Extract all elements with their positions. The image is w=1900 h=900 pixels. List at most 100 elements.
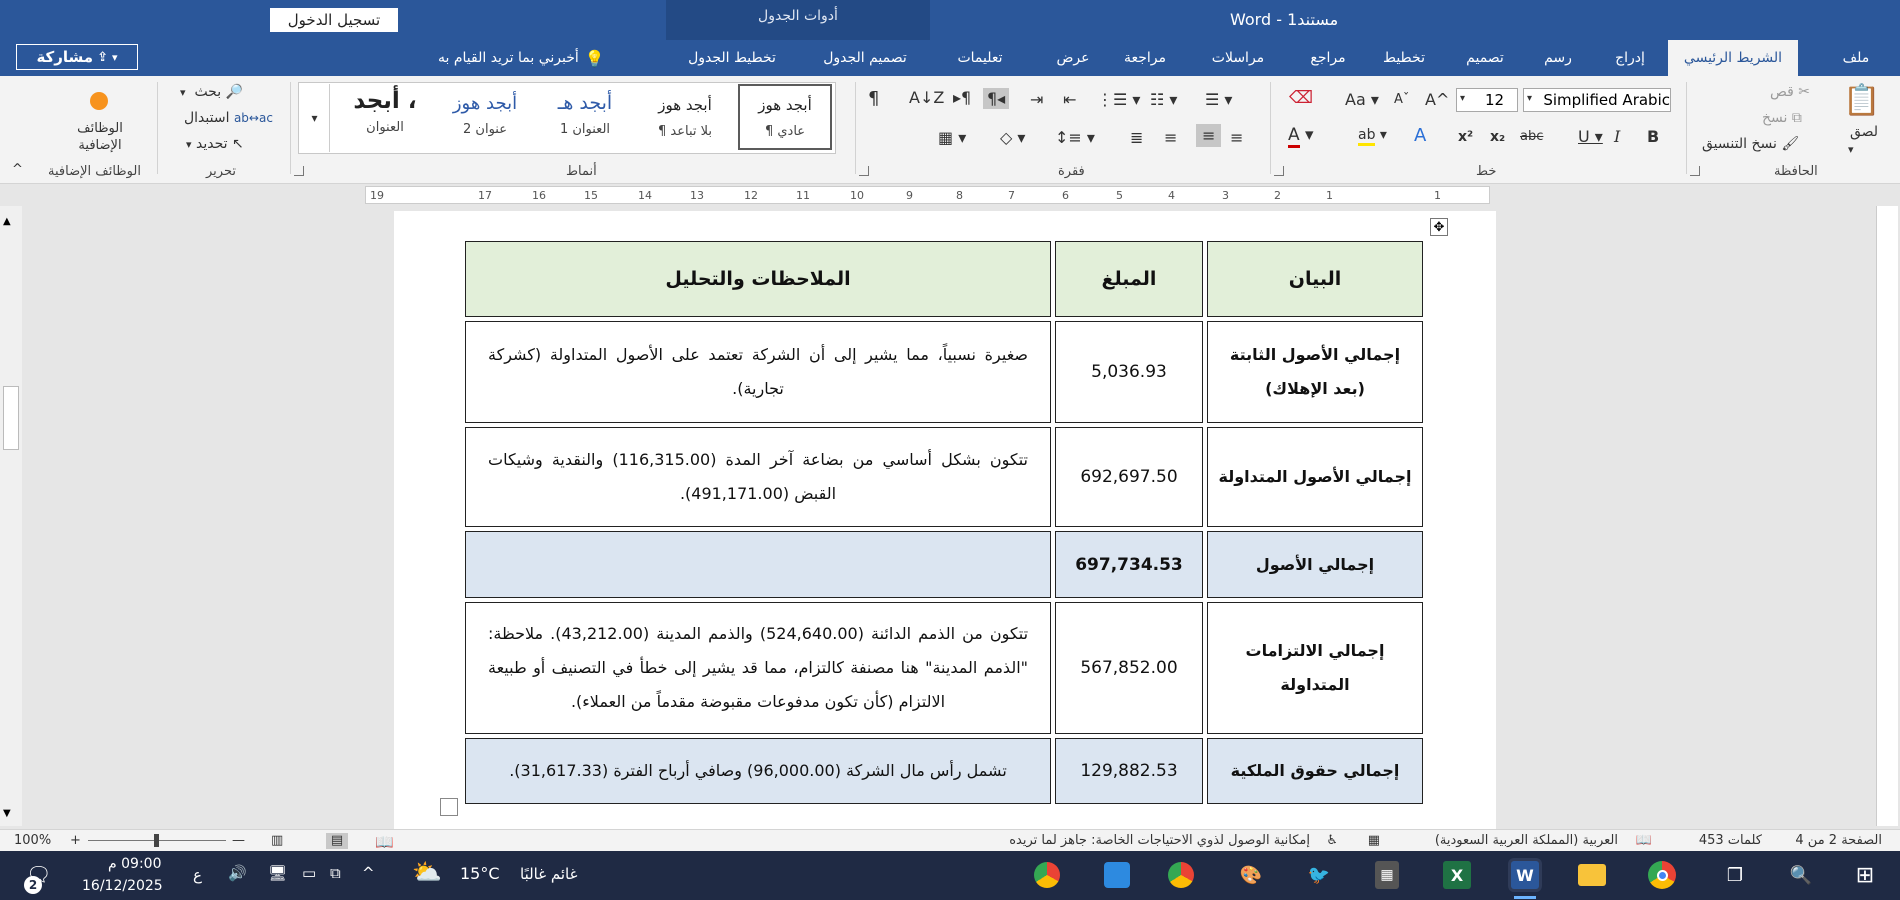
scroll-down-icon[interactable]: ▼: [3, 808, 11, 819]
zoom-slider-thumb[interactable]: [154, 834, 159, 847]
styles-launcher-icon[interactable]: [294, 166, 304, 176]
file-explorer-app[interactable]: [1575, 858, 1609, 892]
tab-help[interactable]: تعليمات: [945, 40, 1015, 76]
font-launcher-icon[interactable]: [1274, 166, 1284, 176]
tab-review[interactable]: مراجعة: [1113, 40, 1177, 76]
weather-temp[interactable]: 15°C: [460, 864, 500, 883]
calculator-app[interactable]: ▦: [1370, 858, 1404, 892]
network-icon[interactable]: 🖥: [268, 864, 287, 882]
cell-item[interactable]: إجمالي الأصول: [1207, 531, 1423, 598]
scroll-thumb[interactable]: [3, 386, 19, 450]
addins-button[interactable]: الوظائف الإضافية: [60, 120, 140, 154]
cut-button[interactable]: قص ✂: [1770, 84, 1810, 100]
vertical-scrollbar[interactable]: ▲ ▼: [0, 206, 22, 826]
copy-button[interactable]: نسخ ⧉: [1762, 110, 1802, 126]
excel-app[interactable]: X: [1440, 858, 1474, 892]
language-indicator[interactable]: العربية (المملكة العربية السعودية): [1435, 833, 1618, 848]
proofing-icon[interactable]: 📖: [1636, 833, 1652, 848]
paint-app[interactable]: 🎨: [1234, 858, 1268, 892]
cell-notes[interactable]: صغيرة نسبياً، مما يشير إلى أن الشركة تعت…: [465, 321, 1051, 423]
horizontal-ruler[interactable]: 19 17 16 15 14 13 12 11 10 9 8 7 6 5 4 3…: [365, 186, 1490, 204]
cell-notes[interactable]: تشمل رأس مال الشركة (96,000.00) وصافي أر…: [465, 738, 1051, 804]
chevron-down-icon[interactable]: ▾: [1460, 94, 1465, 104]
table-move-handle-icon[interactable]: ✥: [1430, 218, 1448, 236]
tab-view[interactable]: عرض: [1050, 40, 1096, 76]
volume-icon[interactable]: 🔊: [228, 864, 247, 882]
app-bird[interactable]: 🐦: [1302, 858, 1336, 892]
weather-desc[interactable]: غائم غالبًا: [520, 865, 577, 883]
clear-formatting-icon[interactable]: ⌫: [1289, 90, 1313, 107]
align-center-button[interactable]: ≡: [1196, 124, 1222, 147]
cell-amount[interactable]: 697,734.53: [1055, 531, 1203, 598]
tab-table-design[interactable]: تصميم الجدول: [810, 40, 920, 76]
font-color-button[interactable]: A ▾: [1288, 125, 1314, 148]
chrome-profile2-app[interactable]: [1030, 858, 1064, 892]
cell-item[interactable]: إجمالي الالتزامات المتداولة: [1207, 602, 1423, 734]
cell-item[interactable]: إجمالي الأصول الثابتة (بعد الإهلاك): [1207, 321, 1423, 423]
rtl-direction-button[interactable]: ¶◂: [983, 88, 1010, 109]
collapse-ribbon-button[interactable]: ^: [12, 162, 23, 177]
cell-item[interactable]: إجمالي حقوق الملكية: [1207, 738, 1423, 804]
table-resize-handle[interactable]: [440, 798, 458, 816]
highlight-button[interactable]: ab ▾: [1358, 127, 1387, 146]
numbering-button[interactable]: ☷ ▾: [1150, 90, 1177, 109]
superscript-button[interactable]: x²: [1458, 129, 1473, 145]
format-painter-button[interactable]: نسخ التنسيق 🖌: [1702, 136, 1799, 152]
multilevel-list-button[interactable]: ⋮☰ ▾: [1097, 90, 1140, 109]
cell-notes[interactable]: تتكون بشكل أساسي من بضاعة آخر المدة (116…: [465, 427, 1051, 527]
tab-draw[interactable]: رسم: [1533, 40, 1583, 76]
borders-button[interactable]: ▦ ▾: [938, 128, 966, 147]
start-button[interactable]: ⊞: [1848, 858, 1882, 892]
cell-amount[interactable]: 5,036.93: [1055, 321, 1203, 423]
style-heading-1[interactable]: أبجد هـ العنوان 1: [538, 84, 632, 150]
photos-app[interactable]: [1100, 858, 1134, 892]
clock-date[interactable]: 16/12/2025: [82, 878, 163, 894]
styles-more-button[interactable]: ▾: [300, 84, 330, 152]
page-indicator[interactable]: الصفحة 2 من 4: [1795, 833, 1882, 848]
print-layout-icon[interactable]: ▤: [326, 833, 348, 849]
align-left-button[interactable]: ≡: [1164, 128, 1177, 147]
accessibility-status[interactable]: إمكانية الوصول لذوي الاحتياجات الخاصة: ج…: [1009, 833, 1310, 848]
accessibility-icon[interactable]: ♿: [1326, 833, 1338, 848]
ltr-direction-button[interactable]: ▸¶: [953, 88, 971, 107]
battery-icon[interactable]: ▭: [302, 864, 316, 882]
style-heading-2[interactable]: أبجد هوز عنوان 2: [438, 84, 532, 150]
word-app[interactable]: W: [1508, 858, 1542, 892]
replace-button[interactable]: استبدال ab↔ac: [184, 110, 273, 126]
shrink-font-button[interactable]: Aˇ: [1394, 92, 1409, 107]
text-effects-icon[interactable]: A: [1414, 125, 1426, 146]
tab-home[interactable]: الشريط الرئيسي: [1668, 40, 1798, 76]
clock-time[interactable]: 09:00 م: [108, 856, 161, 872]
tab-design[interactable]: تصميم: [1455, 40, 1515, 76]
task-view-button[interactable]: ❐: [1718, 858, 1752, 892]
change-case-button[interactable]: Aa ▾: [1345, 90, 1379, 109]
sign-in-button[interactable]: تسجيل الدخول: [270, 8, 398, 32]
word-count[interactable]: 453 كلمات: [1699, 833, 1762, 848]
zoom-level[interactable]: 100%: [14, 833, 51, 848]
font-size-box[interactable]: 12: [1456, 88, 1518, 112]
subscript-button[interactable]: x₂: [1490, 129, 1505, 145]
select-button[interactable]: ▾ تحديد ↖: [186, 136, 244, 152]
share-button[interactable]: مشاركة ⇪ ▾: [16, 44, 138, 70]
input-language[interactable]: ع: [193, 866, 202, 884]
header-amount[interactable]: المبلغ: [1055, 241, 1203, 317]
financial-table[interactable]: البيان المبلغ الملاحظات والتحليل إجمالي …: [461, 237, 1427, 808]
tell-me-search[interactable]: 💡 أخبرني بما تريد القيام به: [438, 40, 605, 76]
shading-button[interactable]: ◇ ▾: [1000, 128, 1025, 147]
tab-table-layout[interactable]: تخطيط الجدول: [676, 40, 788, 76]
cell-notes[interactable]: تتكون من الذمم الدائنة (524,640.00) والذ…: [465, 602, 1051, 734]
read-mode-icon[interactable]: 📖: [375, 833, 394, 851]
meet-icon[interactable]: ⧉: [330, 864, 341, 882]
macro-icon[interactable]: ▦: [1368, 833, 1380, 848]
tab-layout[interactable]: تخطيط: [1373, 40, 1435, 76]
weather-cloud-icon[interactable]: ⛅: [412, 858, 442, 886]
underline-button[interactable]: U ▾: [1578, 127, 1603, 146]
cell-amount[interactable]: 129,882.53: [1055, 738, 1203, 804]
bold-button[interactable]: B: [1647, 127, 1659, 146]
line-spacing-button[interactable]: ↕≡ ▾: [1055, 128, 1095, 147]
cell-amount[interactable]: 692,697.50: [1055, 427, 1203, 527]
increase-indent-button[interactable]: ⇥: [1030, 90, 1043, 109]
scroll-up-icon[interactable]: ▲: [3, 216, 11, 227]
italic-button[interactable]: I: [1614, 127, 1620, 146]
tab-file[interactable]: ملف: [1820, 40, 1892, 76]
